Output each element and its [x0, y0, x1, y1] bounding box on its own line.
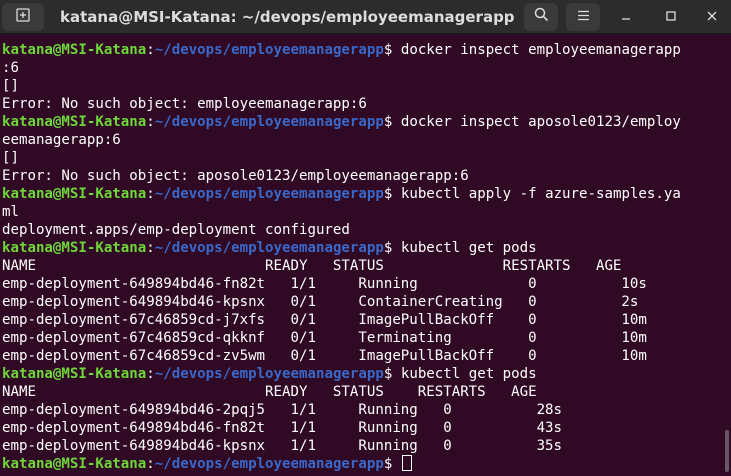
- prompt-colon: :: [146, 456, 155, 472]
- terminal-output[interactable]: katana@MSI-Katana:~/devops/employeemanag…: [2, 41, 726, 473]
- output-line: []: [2, 150, 19, 166]
- window-title: katana@MSI-Katana: ~/devops/employeemana…: [60, 8, 515, 26]
- prompt-line: katana@MSI-Katana:~/devops/employeemanag…: [2, 365, 726, 383]
- close-icon: [707, 8, 717, 26]
- prompt-dollar: $: [383, 456, 401, 472]
- output-line: emp-deployment-649894bd46-fn82t 1/1 Runn…: [2, 420, 563, 436]
- output-line: emp-deployment-649894bd46-kpsnx 1/1 Runn…: [2, 438, 563, 454]
- command-text: kubectl get pods: [400, 366, 537, 382]
- output-line: []: [2, 78, 19, 94]
- title-bar: katana@MSI-Katana: ~/devops/employeemana…: [0, 0, 731, 34]
- prompt-path: ~/devops/employeemanagerapp: [154, 240, 384, 256]
- command-text: docker inspect employeemanagerapp: [400, 42, 681, 58]
- output-line: emp-deployment-649894bd46-fn82t 1/1 Runn…: [2, 276, 647, 292]
- prompt-user: katana@MSI-Katana: [2, 366, 147, 382]
- command-text: kubectl apply -f azure-samples.ya: [400, 186, 681, 202]
- prompt-user: katana@MSI-Katana: [2, 186, 147, 202]
- output-line: NAME READY STATUS RESTARTS AGE: [2, 384, 537, 400]
- prompt-path: ~/devops/employeemanagerapp: [154, 114, 384, 130]
- terminal-window: katana@MSI-Katana: ~/devops/employeemana…: [0, 0, 731, 476]
- scrollbar[interactable]: [725, 430, 729, 472]
- prompt-colon: :: [146, 114, 155, 130]
- maximize-button[interactable]: [657, 3, 685, 31]
- prompt-path: ~/devops/employeemanagerapp: [154, 186, 384, 202]
- new-tab-icon: [16, 7, 30, 27]
- prompt-dollar: $: [383, 366, 401, 382]
- prompt-line: katana@MSI-Katana:~/devops/employeemanag…: [2, 239, 726, 257]
- prompt-colon: :: [146, 186, 155, 202]
- output-line: Error: No such object: employeemanagerap…: [2, 96, 367, 112]
- output-line: emp-deployment-67c46859cd-qkknf 0/1 Term…: [2, 330, 647, 346]
- prompt-line: katana@MSI-Katana:~/devops/employeemanag…: [2, 455, 726, 473]
- prompt-path: ~/devops/employeemanagerapp: [154, 366, 384, 382]
- minimize-button[interactable]: [612, 3, 640, 31]
- prompt-dollar: $: [383, 42, 401, 58]
- prompt-user: katana@MSI-Katana: [2, 456, 147, 472]
- output-line: eemanagerapp:6: [2, 132, 121, 148]
- output-line: :6: [2, 60, 19, 76]
- close-button[interactable]: [698, 3, 726, 31]
- prompt-path: ~/devops/employeemanagerapp: [154, 456, 384, 472]
- prompt-line: katana@MSI-Katana:~/devops/employeemanag…: [2, 41, 726, 59]
- output-line: emp-deployment-649894bd46-2pqj5 1/1 Runn…: [2, 402, 563, 418]
- output-line: emp-deployment-67c46859cd-zv5wm 0/1 Imag…: [2, 348, 647, 364]
- search-button[interactable]: [524, 3, 558, 31]
- prompt-path: ~/devops/employeemanagerapp: [154, 42, 384, 58]
- output-line: emp-deployment-649894bd46-kpsnx 0/1 Cont…: [2, 294, 639, 310]
- minimize-icon: [621, 8, 631, 26]
- output-line: emp-deployment-67c46859cd-j7xfs 0/1 Imag…: [2, 312, 647, 328]
- prompt-user: katana@MSI-Katana: [2, 42, 147, 58]
- prompt-dollar: $: [383, 186, 401, 202]
- maximize-icon: [666, 8, 676, 26]
- text-cursor: [401, 455, 412, 471]
- output-line: Error: No such object: aposole0123/emplo…: [2, 168, 469, 184]
- command-text: docker inspect aposole0123/employ: [400, 114, 681, 130]
- output-line: deployment.apps/emp-deployment configure…: [2, 222, 350, 238]
- prompt-colon: :: [146, 240, 155, 256]
- prompt-line: katana@MSI-Katana:~/devops/employeemanag…: [2, 185, 726, 203]
- output-line: ml: [2, 204, 19, 220]
- prompt-line: katana@MSI-Katana:~/devops/employeemanag…: [2, 113, 726, 131]
- output-line: NAME READY STATUS RESTARTS AGE: [2, 258, 622, 274]
- prompt-user: katana@MSI-Katana: [2, 240, 147, 256]
- search-icon: [534, 7, 549, 27]
- prompt-user: katana@MSI-Katana: [2, 114, 147, 130]
- command-text: kubectl get pods: [400, 240, 537, 256]
- prompt-dollar: $: [383, 240, 401, 256]
- prompt-dollar: $: [383, 114, 401, 130]
- hamburger-menu-icon: [577, 8, 590, 26]
- menu-button[interactable]: [566, 3, 600, 31]
- prompt-colon: :: [146, 366, 155, 382]
- new-tab-button[interactable]: [2, 3, 44, 31]
- prompt-colon: :: [146, 42, 155, 58]
